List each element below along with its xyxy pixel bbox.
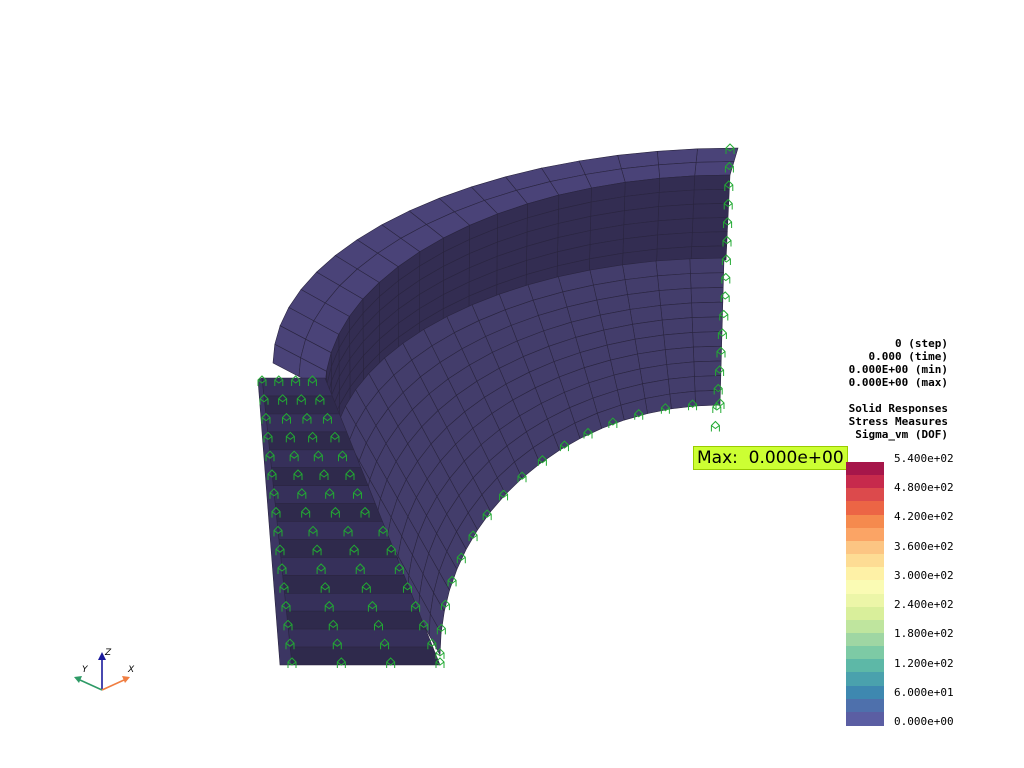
color-legend-tick: 1.200e+02 — [894, 656, 954, 670]
mesh-element — [272, 485, 376, 504]
color-legend-tick: 3.000e+02 — [894, 568, 954, 582]
step-info: 0 (step) 0.000 (time) 0.000E+00 (min) 0.000… — [849, 337, 948, 389]
mesh-element — [289, 646, 441, 666]
color-legend-segment — [846, 567, 884, 581]
mesh-element — [280, 557, 405, 576]
max-text: 0.000E+00 (max) — [848, 376, 948, 389]
color-legend-segment — [846, 462, 884, 476]
mesh-element — [691, 316, 723, 333]
x-axis-label: X — [127, 665, 135, 675]
mesh-element — [689, 257, 725, 274]
mesh-element — [265, 413, 348, 433]
color-legend-tick: 6.000e+01 — [894, 685, 954, 699]
color-legend-segment — [846, 646, 884, 660]
mesh-element — [655, 258, 691, 277]
mesh-element — [658, 189, 695, 207]
mesh-element — [663, 332, 694, 351]
mesh-element — [276, 521, 391, 540]
result-title: Solid Responses Stress Measures Sigma_vm (… — [849, 402, 948, 441]
color-legend-segment — [846, 606, 884, 621]
mesh-element — [664, 346, 695, 365]
y-axis-label: Y — [82, 665, 89, 675]
color-legend-segment — [846, 514, 884, 529]
color-legend-segment — [846, 554, 884, 568]
mesh-element — [692, 331, 723, 348]
mesh-element — [693, 188, 730, 205]
mesh-element — [278, 539, 398, 558]
result-category: Stress Measures — [848, 415, 948, 428]
result-component: Sigma_vm (DOF) — [855, 428, 948, 441]
color-legend-segment — [846, 632, 884, 647]
mesh-element — [282, 574, 412, 594]
mesh-element — [284, 592, 419, 612]
mesh-element — [666, 361, 695, 380]
mesh-element — [690, 287, 724, 304]
color-legend-tick: 3.600e+02 — [894, 539, 954, 553]
color-legend-bar — [846, 462, 884, 726]
mesh-element — [274, 503, 383, 522]
mesh-element — [656, 232, 693, 250]
mesh-element — [657, 217, 694, 236]
mesh-element — [691, 301, 724, 318]
color-legend-segment — [846, 619, 884, 634]
color-legend-tick: 2.400e+02 — [894, 598, 954, 612]
mesh-element — [692, 202, 730, 219]
color-legend-segment — [846, 527, 884, 542]
color-legend-segment — [846, 475, 884, 489]
time-text: 0.000 (time) — [868, 350, 948, 363]
color-legend-segment — [846, 685, 884, 700]
quarter-cylinder-mesh[interactable] — [257, 147, 739, 666]
mesh-element — [690, 272, 724, 289]
axis-triad: Z Y X — [74, 648, 135, 691]
mesh-element — [269, 449, 362, 469]
max-value-label: Max: 0.000e+00 — [693, 446, 848, 470]
z-axis-label: Z — [104, 648, 112, 658]
mesh-element — [286, 610, 427, 630]
color-legend-tick: 1.800e+02 — [894, 627, 954, 641]
mesh-element — [691, 217, 729, 233]
color-legend-tick: 0.000e+00 — [894, 715, 954, 728]
color-legend-segment — [846, 488, 884, 503]
color-legend-segment — [846, 580, 884, 595]
mesh-element — [287, 628, 434, 648]
color-legend-tick: 4.800e+02 — [894, 481, 954, 495]
color-legend-tick: 5.400e+02 — [894, 452, 954, 465]
mesh-element — [660, 302, 693, 321]
mesh-element — [694, 375, 722, 392]
color-legend-segment — [846, 593, 884, 608]
mesh-element — [661, 317, 694, 336]
color-legend-segment — [846, 659, 884, 673]
color-legend-tick: 4.200e+02 — [894, 510, 954, 524]
color-legend-segment — [846, 711, 884, 726]
mesh-element — [261, 377, 333, 397]
mesh-element — [657, 273, 692, 291]
constraint-marker-icon — [710, 420, 720, 432]
y-axis-line — [79, 679, 103, 691]
mesh-element — [658, 175, 696, 193]
x-axis-line — [101, 679, 125, 691]
color-legend-segment — [846, 672, 884, 687]
step-text: 0 (step) — [895, 337, 948, 350]
result-group: Solid Responses — [848, 402, 948, 415]
mesh-element — [263, 395, 340, 415]
mesh-element — [658, 287, 692, 306]
color-legend-segment — [846, 540, 884, 555]
mesh-element — [691, 231, 728, 248]
color-legend-segment — [846, 698, 884, 713]
mesh-element — [657, 203, 694, 222]
color-legend-segment — [846, 501, 884, 516]
min-text: 0.000E+00 (min) — [848, 363, 948, 376]
